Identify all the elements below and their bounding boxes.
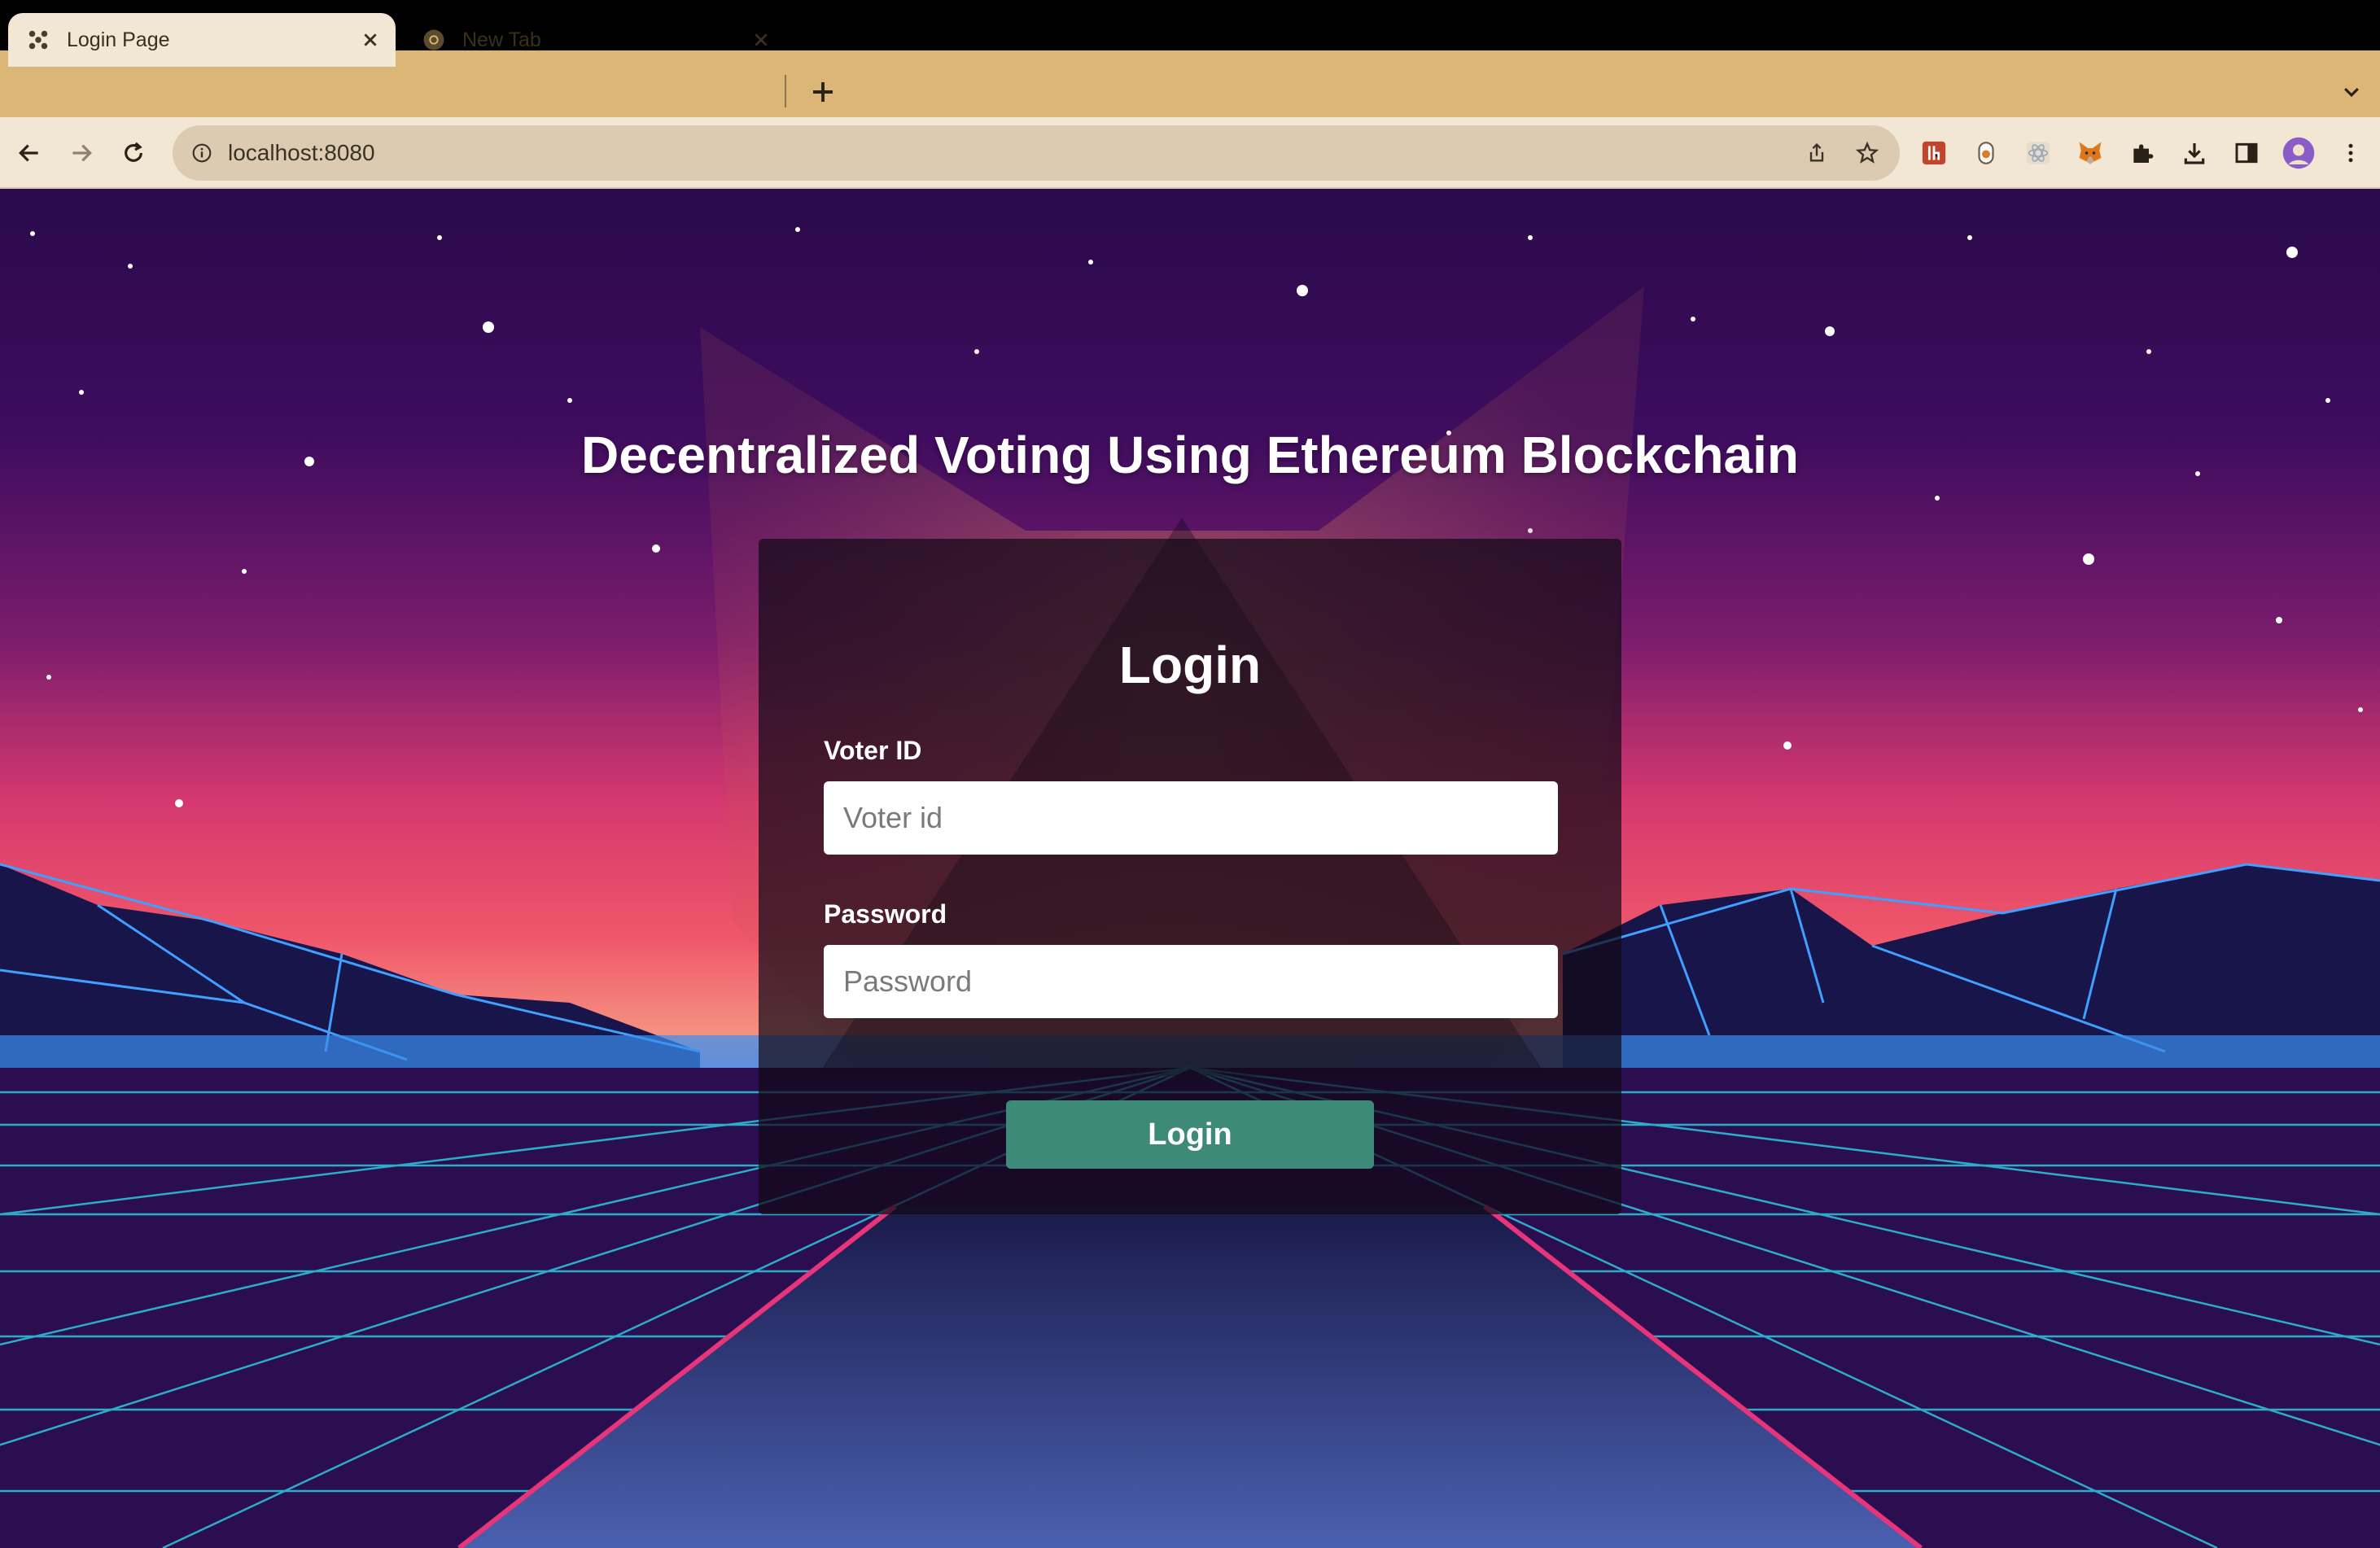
tab-separator — [785, 75, 786, 107]
sidebar-icon[interactable] — [2229, 135, 2264, 171]
download-icon[interactable] — [2177, 135, 2212, 171]
password-input[interactable] — [824, 945, 1558, 1018]
login-title: Login — [1118, 636, 1262, 694]
tab-login-page[interactable]: Login Page — [8, 13, 396, 67]
login-button[interactable]: Login — [1006, 1100, 1374, 1169]
close-icon[interactable] — [358, 28, 383, 52]
info-icon[interactable] — [187, 138, 217, 168]
login-card: Login Voter ID Password Login — [759, 539, 1621, 1214]
password-label: Password — [824, 899, 947, 929]
chrome-icon — [422, 28, 446, 52]
close-icon[interactable] — [749, 28, 773, 52]
voter-id-input[interactable] — [824, 781, 1558, 855]
new-tab-button[interactable] — [804, 73, 842, 111]
share-icon[interactable] — [1799, 135, 1835, 171]
star-icon[interactable] — [1849, 135, 1885, 171]
voter-id-label: Voter ID — [824, 736, 922, 765]
profile-avatar[interactable] — [2281, 135, 2317, 171]
metamask-fox-icon[interactable] — [2072, 135, 2108, 171]
page-viewport: Decentralized Voting Using Ethereum Bloc… — [0, 189, 2380, 1548]
back-arrow-icon[interactable] — [10, 133, 49, 173]
gear-icon — [26, 28, 50, 52]
tab-label: Login Page — [67, 28, 170, 51]
puzzle-icon[interactable] — [2124, 135, 2160, 171]
red-extension-icon[interactable] — [1916, 135, 1952, 171]
more-menu-icon[interactable] — [2333, 135, 2369, 171]
bulb-extension-icon[interactable] — [1968, 135, 2004, 171]
chevron-down-icon[interactable] — [2333, 73, 2370, 111]
reload-icon[interactable] — [114, 133, 153, 173]
address-bar[interactable]: localhost:8080 — [173, 125, 1900, 181]
tab-new-tab[interactable]: New Tab — [404, 13, 786, 67]
url-text[interactable]: localhost:8080 — [228, 140, 1799, 166]
tab-label: New Tab — [462, 28, 541, 51]
forward-arrow-icon[interactable] — [62, 133, 101, 173]
page-title: Decentralized Voting Using Ethereum Bloc… — [581, 426, 1799, 484]
react-extension-icon[interactable] — [2020, 135, 2056, 171]
